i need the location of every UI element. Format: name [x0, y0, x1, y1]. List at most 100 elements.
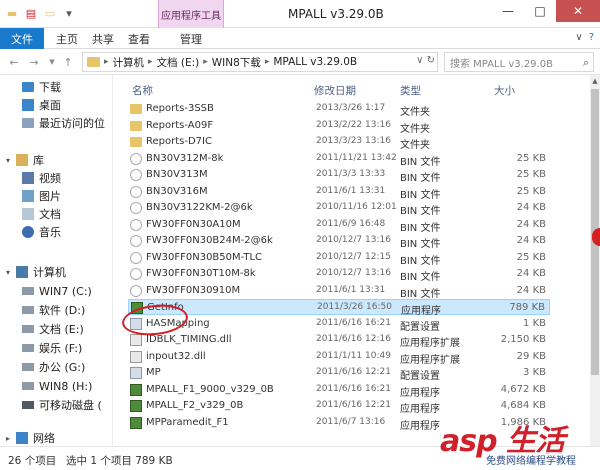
sidebar-item-libraries[interactable]: ▾ 库	[0, 151, 113, 169]
file-row[interactable]: Reports-3SSB 2013/3/26 1:17 文件夹	[128, 101, 550, 118]
file-type: BIN 文件	[400, 272, 441, 283]
window-title: MPALL v3.29.0B	[288, 7, 384, 21]
file-row[interactable]: HASMapping 2011/6/16 16:21 配置设置 1 KB	[128, 316, 550, 333]
minimize-button[interactable]: —	[492, 0, 524, 22]
new-folder-icon[interactable]: ▭	[42, 5, 58, 21]
refresh-icon[interactable]: ∨ ↻	[416, 55, 435, 66]
column-type[interactable]: 类型	[400, 83, 421, 98]
breadcrumb-win8-downloads[interactable]: WIN8下载	[212, 55, 261, 70]
file-date: 2011/6/9 16:48	[316, 218, 386, 229]
column-size[interactable]: 大小	[494, 83, 515, 98]
scroll-up-icon[interactable]: ▲	[590, 75, 600, 87]
expand-chevron-icon[interactable]: ▸	[6, 434, 16, 443]
sidebar-item-removable[interactable]: 可移动磁盘 (	[0, 396, 113, 414]
expand-chevron-icon[interactable]: ▾	[6, 268, 16, 277]
file-row[interactable]: FW30FF0N30B50M-TLC 2010/12/7 12:15 BIN 文件 2…	[128, 250, 550, 267]
file-row[interactable]: MPALL_F2_v329_0B 2011/6/16 12:21 应用程序 4,684…	[128, 398, 550, 415]
sidebar-item-recent[interactable]: 最近访问的位	[0, 114, 113, 132]
file-size: 4,684 KB	[500, 400, 546, 411]
breadcrumb-computer[interactable]: 计算机	[113, 55, 145, 70]
recent-locations-icon[interactable]: ▼	[44, 54, 60, 70]
file-date: 2013/2/22 13:16	[316, 119, 391, 130]
address-bar[interactable]: ▸ 计算机 ▸ 文档 (E:) ▸ WIN8下载 ▸ MPALL v3.29.0…	[82, 52, 438, 72]
help-icon[interactable]: ?	[589, 32, 594, 43]
file-size: 24 KB	[516, 202, 546, 213]
close-button[interactable]: ✕	[556, 0, 600, 22]
tab-file[interactable]: 文件	[0, 28, 44, 49]
file-row[interactable]: BN30V313M 2011/3/3 13:33 BIN 文件 25 KB	[128, 167, 550, 184]
file-row[interactable]: BN30V316M 2011/6/1 13:31 BIN 文件 25 KB	[128, 184, 550, 201]
dll-file-icon	[130, 350, 142, 363]
file-row[interactable]: inpout32.dll 2011/1/11 10:49 应用程序扩展 29 KB	[128, 349, 550, 366]
bin-file-icon	[130, 235, 142, 247]
file-row[interactable]: Reports-D7IC 2013/3/23 13:16 文件夹	[128, 134, 550, 151]
forward-button[interactable]: →	[26, 54, 42, 70]
file-row[interactable]: MPALL_F1_9000_v329_0B 2011/6/16 16:21 应用程序…	[128, 382, 550, 399]
file-type: BIN 文件	[400, 156, 441, 168]
file-date: 2011/3/26 16:50	[317, 302, 392, 312]
expand-chevron-icon[interactable]: ▾	[6, 156, 16, 165]
file-date: 2011/6/1 13:31	[316, 284, 386, 295]
sidebar-item-drive-d[interactable]: 软件 (D:)	[0, 301, 113, 319]
navigation-pane: 下载 桌面 最近访问的位 ▾ 库 视频 图片 文档 音乐 ▾ 计算机 WIN7 …	[0, 75, 113, 446]
file-row[interactable]: IDBLK_TIMING.dll 2011/6/16 12:16 应用程序扩展 2,1…	[128, 332, 550, 349]
sidebar-item-network[interactable]: ▸ 网络	[0, 429, 113, 447]
sidebar-item-drive-c[interactable]: WIN7 (C:)	[0, 282, 113, 300]
back-button[interactable]: ←	[6, 54, 22, 70]
file-row[interactable]: MP 2011/6/16 12:21 配置设置 3 KB	[128, 365, 550, 382]
file-row[interactable]: BN30V312M-8k 2011/11/21 13:42 BIN 文件 25 KB	[128, 151, 550, 168]
vertical-scrollbar[interactable]: ▲	[590, 75, 600, 446]
file-row[interactable]: Reports-A09F 2013/2/22 13:16 文件夹	[128, 118, 550, 135]
folder-file-icon	[130, 104, 142, 114]
breadcrumb-drive-e[interactable]: 文档 (E:)	[157, 55, 200, 70]
file-name: MPALL_F2_v329_0B	[146, 400, 244, 411]
file-row[interactable]: FW30FF0N30T10M-8k 2010/12/7 13:16 BIN 文件 24…	[128, 266, 550, 283]
sidebar-item-desktop[interactable]: 桌面	[0, 96, 113, 114]
breadcrumb-mpall[interactable]: MPALL v3.29.0B	[273, 56, 357, 68]
file-type: 配置设置	[400, 321, 440, 333]
sidebar-item-pictures[interactable]: 图片	[0, 187, 113, 205]
maximize-button[interactable]: □	[524, 0, 556, 22]
ini-file-icon	[130, 317, 142, 330]
sidebar-item-drive-h[interactable]: WIN8 (H:)	[0, 377, 113, 395]
sidebar-item-computer[interactable]: ▾ 计算机	[0, 263, 113, 281]
search-input[interactable]: 搜索 MPALL v3.29.0B ⌕	[444, 52, 594, 72]
sidebar-item-videos[interactable]: 视频	[0, 169, 113, 187]
collapse-ribbon-icon[interactable]: ∨	[575, 32, 582, 43]
selection-info: 选中 1 个项目 789 KB	[66, 455, 173, 467]
file-row[interactable]: BN30V3122KM-2@6k 2010/11/16 12:01 BIN 文件 24…	[128, 200, 550, 217]
sidebar-item-drive-f[interactable]: 娱乐 (F:)	[0, 339, 113, 357]
tab-view[interactable]: 查看	[118, 28, 160, 49]
up-button[interactable]: ↑	[60, 54, 76, 70]
file-row[interactable]: FW30FF0N30910M 2011/6/1 13:31 BIN 文件 24 KB	[128, 283, 550, 300]
file-row[interactable]: MPParamedit_F1 2011/6/7 13:16 应用程序 1,986 KB	[128, 415, 550, 432]
sidebar-item-drive-g[interactable]: 办公 (G:)	[0, 358, 113, 376]
file-size: 789 KB	[509, 302, 545, 313]
file-row[interactable]: FW30FF0N30B24M-2@6k 2010/12/7 13:16 BIN 文件…	[128, 233, 550, 250]
file-type: 应用程序	[400, 387, 440, 399]
file-size: 25 KB	[516, 169, 546, 180]
file-type: 文件夹	[400, 123, 430, 135]
sidebar-item-documents[interactable]: 文档	[0, 205, 113, 223]
file-date: 2011/6/16 16:21	[316, 383, 391, 394]
file-name: Reports-3SSB	[146, 103, 214, 114]
sidebar-item-music[interactable]: 音乐	[0, 223, 113, 241]
customize-toolbar-icon[interactable]: ▾	[61, 5, 77, 21]
properties-icon[interactable]: ▤	[23, 5, 39, 21]
file-name: FW30FF0N30B24M-2@6k	[146, 235, 273, 246]
tab-manage[interactable]: 管理	[170, 28, 212, 49]
sidebar-item-downloads[interactable]: 下载	[0, 78, 113, 96]
file-row[interactable]: GetInfo 2011/3/26 16:50 应用程序 789 KB	[128, 299, 550, 317]
download-folder-icon	[22, 82, 34, 92]
drive-icon	[22, 287, 34, 295]
file-name: BN30V313M	[146, 169, 208, 180]
bin-file-icon	[130, 218, 142, 231]
file-name: FW30FF0N30B50M-TLC	[146, 251, 263, 263]
address-bar-row: ← → ▼ ↑ ▸ 计算机 ▸ 文档 (E:) ▸ WIN8下载 ▸ MPALL…	[0, 49, 600, 75]
search-icon[interactable]: ⌕	[583, 56, 589, 70]
sidebar-item-drive-e[interactable]: 文档 (E:)	[0, 320, 113, 338]
bin-file-icon	[130, 152, 142, 165]
file-row[interactable]: FW30FF0N30A10M 2011/6/9 16:48 BIN 文件 24 KB	[128, 217, 550, 234]
column-name[interactable]: 名称	[132, 83, 153, 98]
column-date[interactable]: 修改日期	[314, 83, 356, 98]
